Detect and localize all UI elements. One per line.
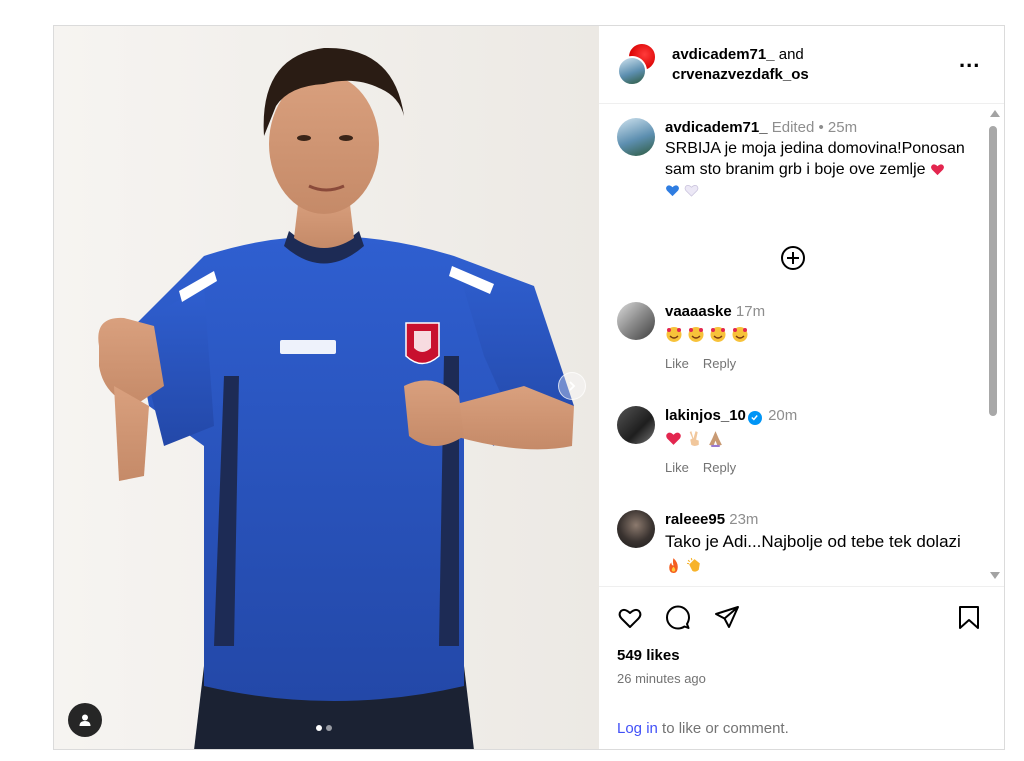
- user-tag-icon: [79, 714, 91, 726]
- caption-username[interactable]: avdicadem71_: [665, 119, 768, 136]
- reply-comment-button[interactable]: Reply: [703, 460, 736, 475]
- comments-scrollbar[interactable]: [987, 105, 1001, 586]
- white-heart-icon: [684, 184, 699, 197]
- clapping-hands-icon: [686, 557, 700, 572]
- post-footer: 549 likes 26 minutes ago Log in to like …: [599, 586, 1004, 749]
- avatar: [617, 56, 647, 86]
- add-circle-icon[interactable]: [779, 244, 807, 272]
- comment-time[interactable]: 20m: [768, 407, 797, 424]
- collaborator-joiner: and: [778, 46, 804, 63]
- avatar[interactable]: [617, 510, 655, 548]
- smiling-face-with-hearts-icon: [688, 327, 704, 342]
- scroll-up-arrow-icon[interactable]: [990, 110, 1000, 117]
- caption-time[interactable]: 25m: [828, 119, 857, 136]
- comment-text: [665, 325, 975, 346]
- comments-section[interactable]: avdicadem71_ Edited • 25m SRBIJA je moja…: [599, 105, 1004, 586]
- collaborator-avatars[interactable]: [617, 42, 661, 86]
- login-prompt: Log in to like or comment.: [617, 720, 789, 737]
- comment-text: Tako je Adi...Najbolje od tebe tek dolaz…: [665, 532, 961, 551]
- fire-icon: [669, 558, 678, 573]
- verified-badge-icon: [747, 410, 762, 425]
- comment-icon[interactable]: [665, 605, 691, 631]
- post-card: avdicadem71_ and crvenazvezdafk_os ... a…: [53, 25, 1005, 750]
- caption-separator: •: [818, 119, 824, 136]
- next-arrow-icon: [569, 381, 576, 391]
- post-header: avdicadem71_ and crvenazvezdafk_os ...: [599, 26, 1004, 104]
- scroll-thumb[interactable]: [989, 126, 997, 416]
- post-details-panel: avdicadem71_ and crvenazvezdafk_os ... a…: [599, 26, 1004, 749]
- like-comment-button[interactable]: Like: [665, 356, 689, 371]
- comment-time[interactable]: 17m: [736, 303, 765, 320]
- scroll-down-arrow-icon[interactable]: [990, 572, 1000, 579]
- carousel-dot-active: [316, 725, 322, 731]
- avatar[interactable]: [617, 302, 655, 340]
- red-heart-icon: [931, 164, 944, 176]
- comment-text: [665, 429, 975, 450]
- login-link[interactable]: Log in: [617, 720, 658, 737]
- carousel-dot: [326, 725, 332, 731]
- collaborator-names: avdicadem71_ and crvenazvezdafk_os: [672, 45, 809, 85]
- post-media[interactable]: [54, 26, 599, 749]
- post-photo: [54, 26, 599, 749]
- more-icon: ...: [959, 47, 981, 72]
- blue-heart-icon: [666, 185, 679, 197]
- collaborator-link-crvenazvezdafk[interactable]: crvenazvezdafk_os: [672, 66, 809, 83]
- smiling-face-with-hearts-icon: [710, 327, 726, 342]
- login-prompt-text: to like or comment.: [657, 720, 789, 737]
- share-icon[interactable]: [714, 605, 740, 631]
- caption-edited-label: Edited: [771, 119, 815, 136]
- smiling-face-with-hearts-icon: [666, 327, 682, 342]
- post-timestamp[interactable]: 26 minutes ago: [617, 671, 706, 686]
- red-heart-icon: [666, 432, 681, 445]
- comment-username[interactable]: lakinjos_10: [665, 407, 746, 424]
- comment-username[interactable]: raleee95: [665, 511, 725, 528]
- smiling-face-with-hearts-icon: [732, 327, 748, 342]
- action-bar: [617, 605, 987, 635]
- comment-time[interactable]: 23m: [729, 511, 758, 528]
- likes-count[interactable]: 549 likes: [617, 647, 680, 664]
- avatar[interactable]: [617, 406, 655, 444]
- bookmark-icon[interactable]: [957, 605, 981, 631]
- like-comment-button[interactable]: Like: [665, 460, 689, 475]
- caption-text: SRBIJA je moja jedina domovina!Ponosan s…: [665, 140, 965, 178]
- more-options-button[interactable]: ...: [959, 49, 980, 71]
- collaborator-link-avdicadem71[interactable]: avdicadem71_: [672, 46, 775, 63]
- reply-comment-button[interactable]: Reply: [703, 356, 736, 371]
- carousel-indicator: [316, 725, 332, 731]
- tagged-users-button[interactable]: [68, 703, 102, 737]
- avatar[interactable]: [617, 118, 655, 156]
- folded-hands-icon: [709, 431, 722, 447]
- victory-hand-icon: [689, 431, 699, 446]
- heart-icon[interactable]: [617, 605, 643, 631]
- comment-username[interactable]: vaaaaske: [665, 303, 732, 320]
- next-image-button[interactable]: [558, 372, 586, 400]
